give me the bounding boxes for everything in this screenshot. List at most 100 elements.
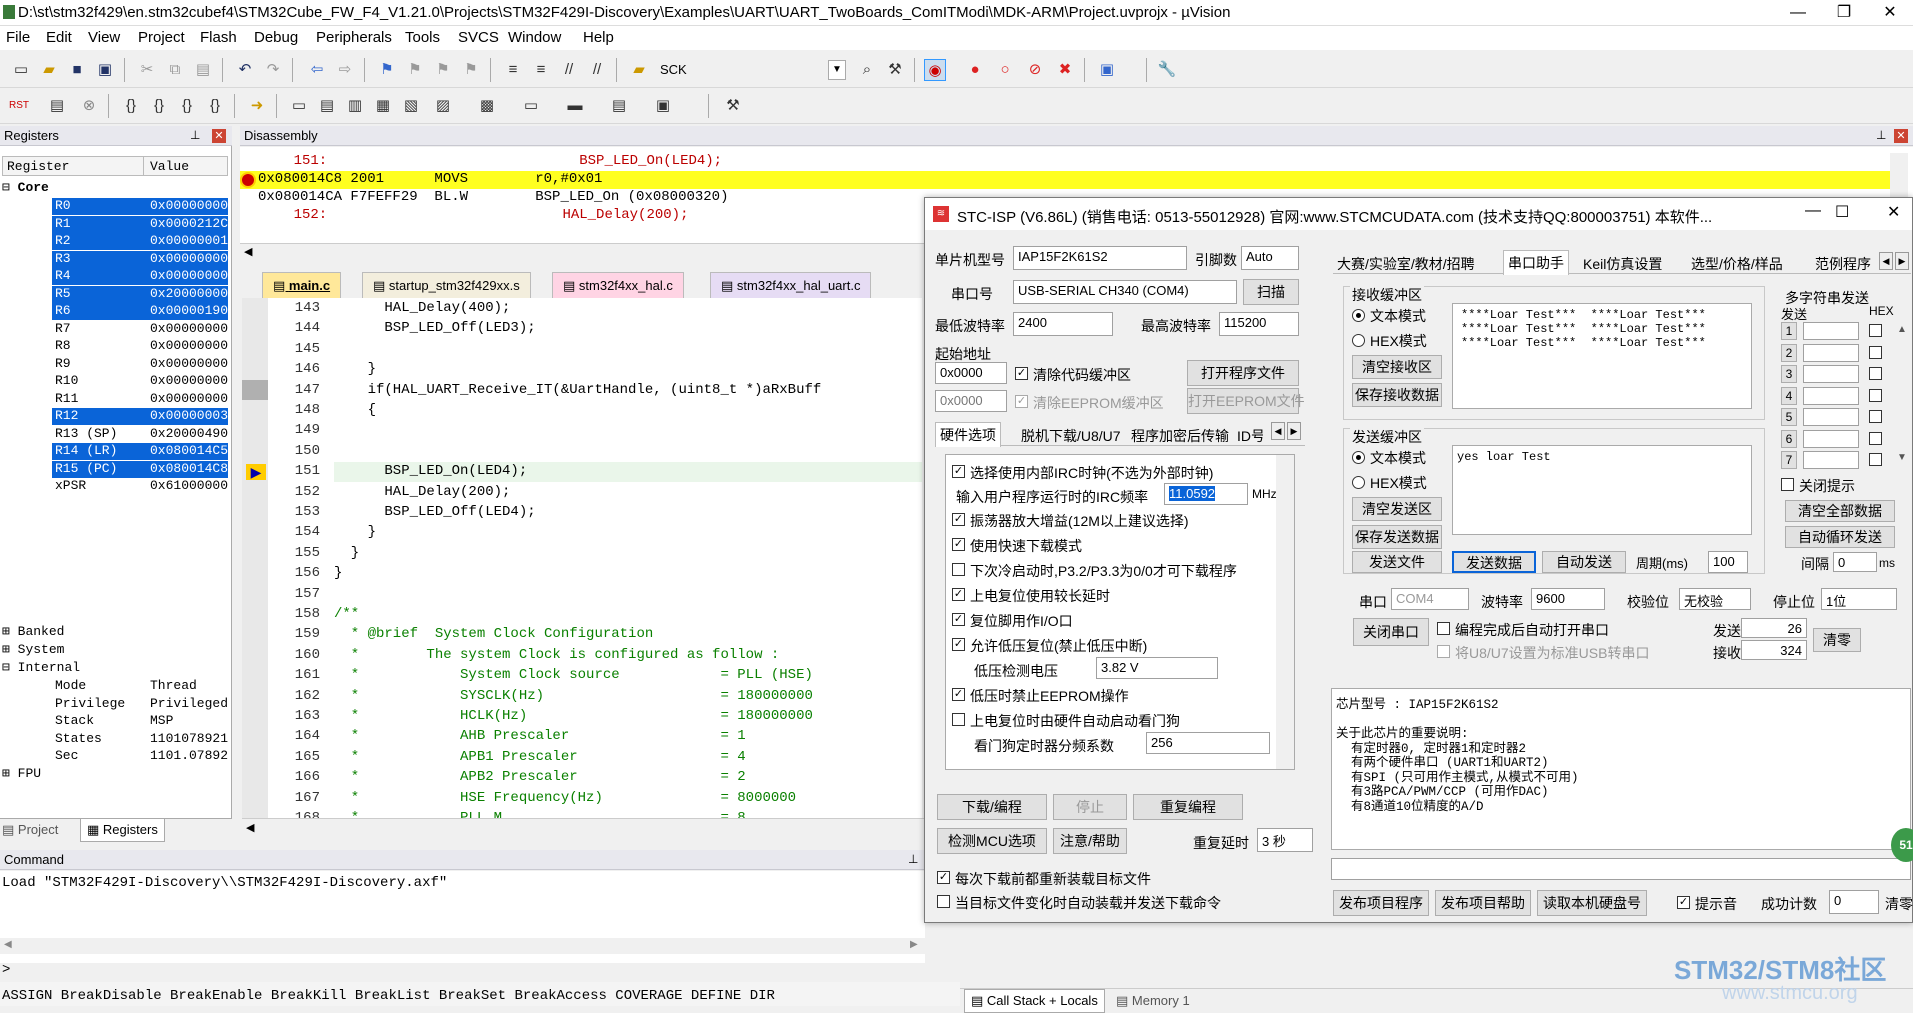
serial-select[interactable]: COM4 xyxy=(1391,588,1469,610)
menu-edit[interactable]: Edit xyxy=(46,29,72,46)
clear-code-checkbox[interactable]: ✓ xyxy=(1015,367,1028,380)
incremental-find-icon[interactable]: ⚒ xyxy=(884,59,906,81)
menu-svcs[interactable]: SVCS xyxy=(458,29,499,46)
disasm-hscrollbar[interactable]: ◀ xyxy=(240,243,924,261)
menu-peripherals[interactable]: Peripherals xyxy=(316,29,392,46)
save-recv-button[interactable]: 保存接收数据 xyxy=(1352,383,1442,407)
clear-count-button[interactable]: 清零 xyxy=(1813,628,1861,652)
mcu-select[interactable]: IAP15F2K61S2 xyxy=(1013,246,1187,270)
unindent-icon[interactable]: ≡ xyxy=(530,59,552,81)
internal-row[interactable]: Sec 1101.07892 xyxy=(0,748,228,766)
parity-select[interactable]: 无校验 xyxy=(1679,588,1751,610)
menu-window[interactable]: Window xyxy=(508,29,561,46)
tab-scroll-left-icon[interactable]: ◀ xyxy=(1271,422,1285,440)
command-prompt[interactable]: > xyxy=(2,962,10,978)
register-row[interactable]: R14 (LR) 0x080014C5 xyxy=(0,443,229,461)
eeprom-addr-input[interactable]: 0x0000 xyxy=(935,390,1007,412)
send-file-button[interactable]: 发送文件 xyxy=(1352,551,1442,573)
opt-coldboot-checkbox[interactable] xyxy=(952,563,965,576)
tab-examples[interactable]: 范例程序 xyxy=(1811,252,1875,276)
multi-send-input[interactable] xyxy=(1803,451,1859,469)
register-row[interactable]: R12 0x00000003 xyxy=(0,408,229,426)
menu-flash[interactable]: Flash xyxy=(200,29,237,46)
open-folder-icon[interactable]: ▰ xyxy=(38,59,60,81)
recv-hex-radio[interactable] xyxy=(1352,334,1365,347)
editor-hscrollbar[interactable]: ◀ xyxy=(242,818,924,838)
cut-icon[interactable]: ✂ xyxy=(136,59,158,81)
stop-icon[interactable]: ⊗ xyxy=(78,95,100,117)
paste-icon[interactable]: ▤ xyxy=(192,59,214,81)
open-program-button[interactable]: 打开程序文件 xyxy=(1187,360,1299,386)
restore-button[interactable]: ❐ xyxy=(1821,0,1867,26)
register-row[interactable]: R10 0x00000000 xyxy=(0,373,228,391)
tab-contest[interactable]: 大赛/实验室/教材/招聘 xyxy=(1333,252,1479,276)
pin-icon[interactable]: ⊥ xyxy=(1876,128,1886,142)
multi-hex-checkbox[interactable] xyxy=(1869,410,1882,423)
tab-hw-options[interactable]: 硬件选项 xyxy=(935,422,1001,447)
register-row[interactable]: R6 0x00000190 xyxy=(0,303,229,321)
menu-file[interactable]: File xyxy=(6,29,30,46)
multi-hex-checkbox[interactable] xyxy=(1869,345,1882,359)
stop-button[interactable]: 停止 xyxy=(1053,794,1127,820)
detect-mcu-button[interactable]: 检测MCU选项 xyxy=(937,828,1047,854)
internal-row[interactable]: States 1101078921 xyxy=(0,731,228,749)
close-icon[interactable]: ✕ xyxy=(1894,129,1908,143)
bookmark-icon[interactable]: ⚑ xyxy=(376,59,398,81)
close-port-button[interactable]: 关闭串口 xyxy=(1353,618,1429,646)
internal-row[interactable]: Stack MSP xyxy=(0,713,228,731)
uncomment-icon[interactable]: // xyxy=(586,59,608,81)
tab-hal-c[interactable]: ▤ stm32f4xx_hal.c xyxy=(552,272,684,298)
pin-select[interactable]: Auto xyxy=(1241,246,1299,270)
multi-hex-checkbox[interactable] xyxy=(1869,367,1882,380)
find-in-files-icon[interactable]: ▰ xyxy=(628,59,650,81)
opt-lvr-checkbox[interactable]: ✓ xyxy=(952,638,965,651)
reload-checkbox[interactable]: ✓ xyxy=(937,871,950,884)
port-select[interactable]: USB-SERIAL CH340 (COM4) xyxy=(1013,280,1237,304)
auto-send-button[interactable]: 自动发送 xyxy=(1542,551,1626,573)
tab-startup[interactable]: ▤ startup_stm32f429xx.s xyxy=(362,272,531,298)
find-icon[interactable]: ⌕ xyxy=(856,59,878,81)
show-next-statement-icon[interactable]: ➜ xyxy=(246,95,268,117)
opt-eeprom-lv-checkbox[interactable]: ✓ xyxy=(952,688,965,701)
next-bookmark-icon[interactable]: ⚑ xyxy=(432,59,454,81)
tab-scroll-right-icon[interactable]: ▶ xyxy=(1895,252,1909,270)
tab-keil-sim[interactable]: Keil仿真设置 xyxy=(1579,252,1666,276)
multi-hex-checkbox[interactable] xyxy=(1869,324,1882,337)
opt-irc-checkbox[interactable]: ✓ xyxy=(952,465,965,478)
baud-select[interactable]: 9600 xyxy=(1531,588,1605,610)
close-tip-checkbox[interactable] xyxy=(1781,478,1794,491)
registers-window-icon[interactable]: ▦ xyxy=(372,95,394,117)
tab-call-stack[interactable]: ▤ Call Stack + Locals xyxy=(964,989,1105,1013)
new-file-icon[interactable]: ▭ xyxy=(10,59,32,81)
register-row[interactable]: R2 0x00000001 xyxy=(0,233,229,251)
register-row[interactable]: R4 0x00000000 xyxy=(0,268,229,286)
tab-hal-uart-c[interactable]: ▤ stm32f4xx_hal_uart.c xyxy=(710,272,872,298)
download-button[interactable]: 下载/编程 xyxy=(937,794,1047,820)
period-input[interactable]: 100 xyxy=(1708,551,1748,573)
disable-breakpoints-icon[interactable]: ⊘ xyxy=(1024,59,1046,81)
opt-fast-checkbox[interactable]: ✓ xyxy=(952,538,965,551)
stopbit-select[interactable]: 1位 xyxy=(1821,588,1897,610)
reprogram-button[interactable]: 重复编程 xyxy=(1133,794,1243,820)
register-row[interactable]: R9 0x00000000 xyxy=(0,356,228,374)
symbols-window-icon[interactable]: ▥ xyxy=(344,95,366,117)
usb-cdc-checkbox[interactable] xyxy=(1437,645,1450,658)
close-button[interactable]: ✕ xyxy=(1867,0,1913,26)
copy-icon[interactable]: ⧉ xyxy=(164,59,186,81)
multi-send-button[interactable]: 6 xyxy=(1781,429,1797,448)
register-row[interactable]: R3 0x00000000 xyxy=(0,250,229,269)
clear-recv-button[interactable]: 清空接收区 xyxy=(1352,355,1442,379)
code-editor[interactable]: ▶ 143 HAL_Delay(400); 144 BSP_LED_Off(LED… xyxy=(242,298,922,818)
send-data-button[interactable]: 发送数据 xyxy=(1452,551,1536,573)
system-viewer-icon[interactable]: ▣ xyxy=(652,95,674,117)
multi-send-button[interactable]: 7 xyxy=(1781,451,1797,469)
call-stack-window-icon[interactable]: ▧ xyxy=(400,95,422,117)
nav-back-icon[interactable]: ⇦ xyxy=(306,59,328,81)
publish-program-button[interactable]: 发布项目程序 xyxy=(1333,890,1429,916)
save-icon[interactable]: ■ xyxy=(66,59,88,81)
step-into-icon[interactable]: {} xyxy=(120,95,142,117)
kill-breakpoints-icon[interactable]: ✖ xyxy=(1054,59,1076,81)
tab-serial-assistant[interactable]: 串口助手 xyxy=(1503,250,1569,275)
wdt-select[interactable]: 256 xyxy=(1146,732,1270,754)
tab-registers[interactable]: ▦ Registers xyxy=(80,819,165,842)
